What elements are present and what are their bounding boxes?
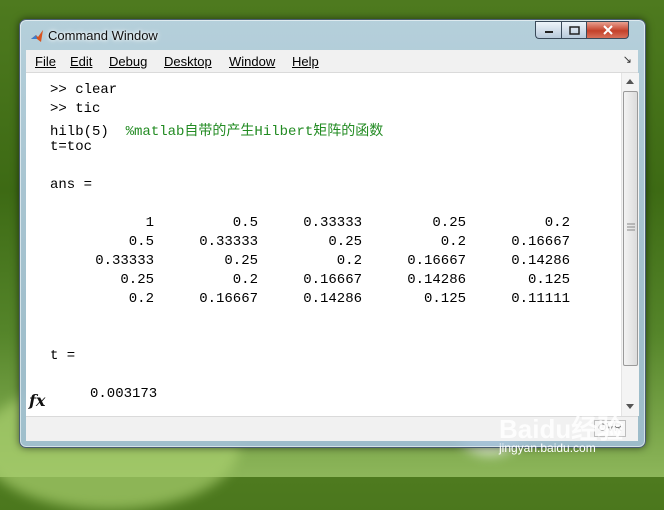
maximize-button[interactable] (561, 21, 586, 39)
close-icon (602, 25, 613, 35)
t-value: 0.003173 (90, 386, 158, 402)
watermark-url: jingyan.baidu.com (499, 441, 596, 455)
console-line: t=toc (50, 139, 93, 155)
console-line: >> tic (50, 101, 101, 117)
menu-bar: File Edit Debug Desktop Window Help ↘ (26, 50, 638, 73)
matrix-cell: 0.125 (527, 272, 570, 288)
console-line: hilb(5) %matlab自带的产生Hilbert矩阵的函数 (50, 120, 383, 140)
matrix-cell: 0.2 (336, 253, 362, 269)
matrix-cell: 0.16667 (511, 234, 570, 250)
menu-help[interactable]: Help (292, 54, 319, 69)
matrix-cell: 0.14286 (511, 253, 570, 269)
undock-arrow-icon[interactable]: ↘ (623, 53, 632, 66)
minimize-button[interactable] (535, 21, 561, 39)
matrix-cell: 0.25 (432, 215, 466, 231)
code-comment: %matlab自带的产生Hilbert矩阵的函数 (125, 124, 384, 140)
menu-debug[interactable]: Debug (109, 54, 147, 69)
vertical-scrollbar[interactable] (621, 73, 639, 416)
matrix-cell: 0.33333 (303, 215, 362, 231)
minimize-icon (544, 31, 553, 33)
menu-desktop[interactable]: Desktop (164, 54, 212, 69)
matrix-cell: 0.2 (440, 234, 466, 250)
title-bar[interactable]: Command Window (20, 20, 645, 50)
matrix-cell: 0.11111 (511, 291, 570, 307)
matrix-cell: 0.25 (224, 253, 258, 269)
matrix-cell: 0.5 (128, 234, 154, 250)
function-browser-icon[interactable]: fx (29, 391, 45, 410)
command-window: Command Window File Edit Debug Desktop W… (19, 19, 646, 448)
matrix-cell: 0.33333 (95, 253, 154, 269)
matrix-cell: 0.16667 (407, 253, 466, 269)
menu-window[interactable]: Window (229, 54, 275, 69)
menu-file[interactable]: File (35, 54, 56, 69)
matrix-cell: 0.2 (128, 291, 154, 307)
matlab-logo-icon (31, 30, 43, 42)
watermark: Baidu经验 jingyan.baidu.com (499, 405, 639, 457)
matrix-cell: 0.2 (544, 215, 570, 231)
matrix-cell: 0.14286 (407, 272, 466, 288)
matrix-cell: 0.2 (232, 272, 258, 288)
console-line: >> clear (50, 82, 118, 98)
matrix-cell: 0.25 (120, 272, 154, 288)
matrix-cell: 0.16667 (199, 291, 258, 307)
matrix-cell: 0.125 (423, 291, 466, 307)
menu-edit[interactable]: Edit (70, 54, 92, 69)
window-title: Command Window (48, 28, 158, 43)
matrix-cell: 0.33333 (199, 234, 258, 250)
matrix-cell: 0.16667 (303, 272, 362, 288)
matrix-cell: 0.14286 (303, 291, 362, 307)
matrix-cell: 0.5 (232, 215, 258, 231)
scroll-up-icon[interactable] (625, 77, 635, 85)
matrix-cell: 0.25 (328, 234, 362, 250)
maximize-icon (568, 25, 580, 35)
matrix-cell: 1 (145, 215, 154, 231)
t-label: t = (50, 348, 76, 364)
close-button[interactable] (586, 21, 629, 39)
ans-label: ans = (50, 177, 93, 193)
command-output[interactable]: >> clear >> tic hilb(5) %matlab自带的产生Hilb… (26, 73, 621, 416)
grip-icon (627, 223, 635, 231)
code-text: hilb(5) (50, 124, 126, 140)
scrollbar-thumb[interactable] (623, 91, 638, 366)
